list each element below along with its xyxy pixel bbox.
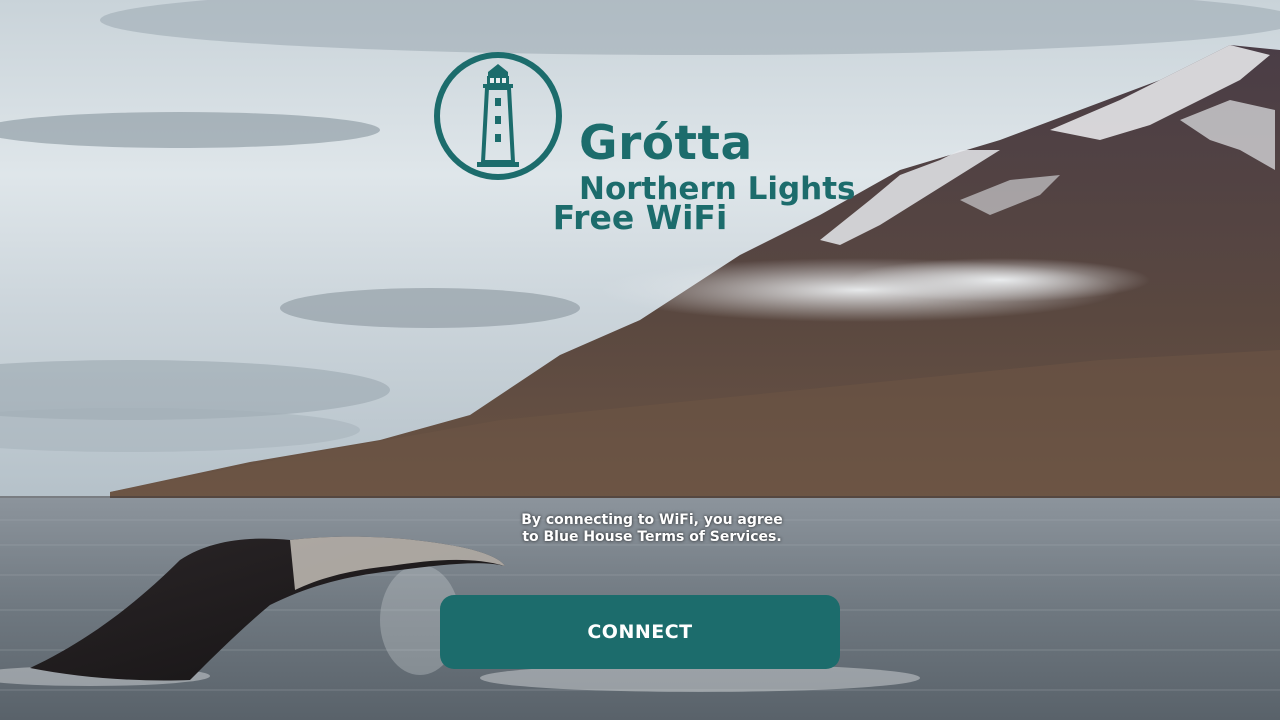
lighthouse-icon [434, 52, 562, 180]
brand-name: Grótta [579, 116, 753, 171]
terms-line-2: to Blue House Terms of Services. [522, 529, 782, 545]
terms-notice: By connecting to WiFi, you agree to Blue… [0, 512, 1280, 546]
page-title: Free WiFi [552, 198, 728, 237]
connect-button[interactable]: CONNECT [440, 595, 840, 669]
brand-logo: Grótta Northern Lights [432, 50, 856, 205]
terms-line-1: By connecting to WiFi, you agree [521, 512, 783, 528]
